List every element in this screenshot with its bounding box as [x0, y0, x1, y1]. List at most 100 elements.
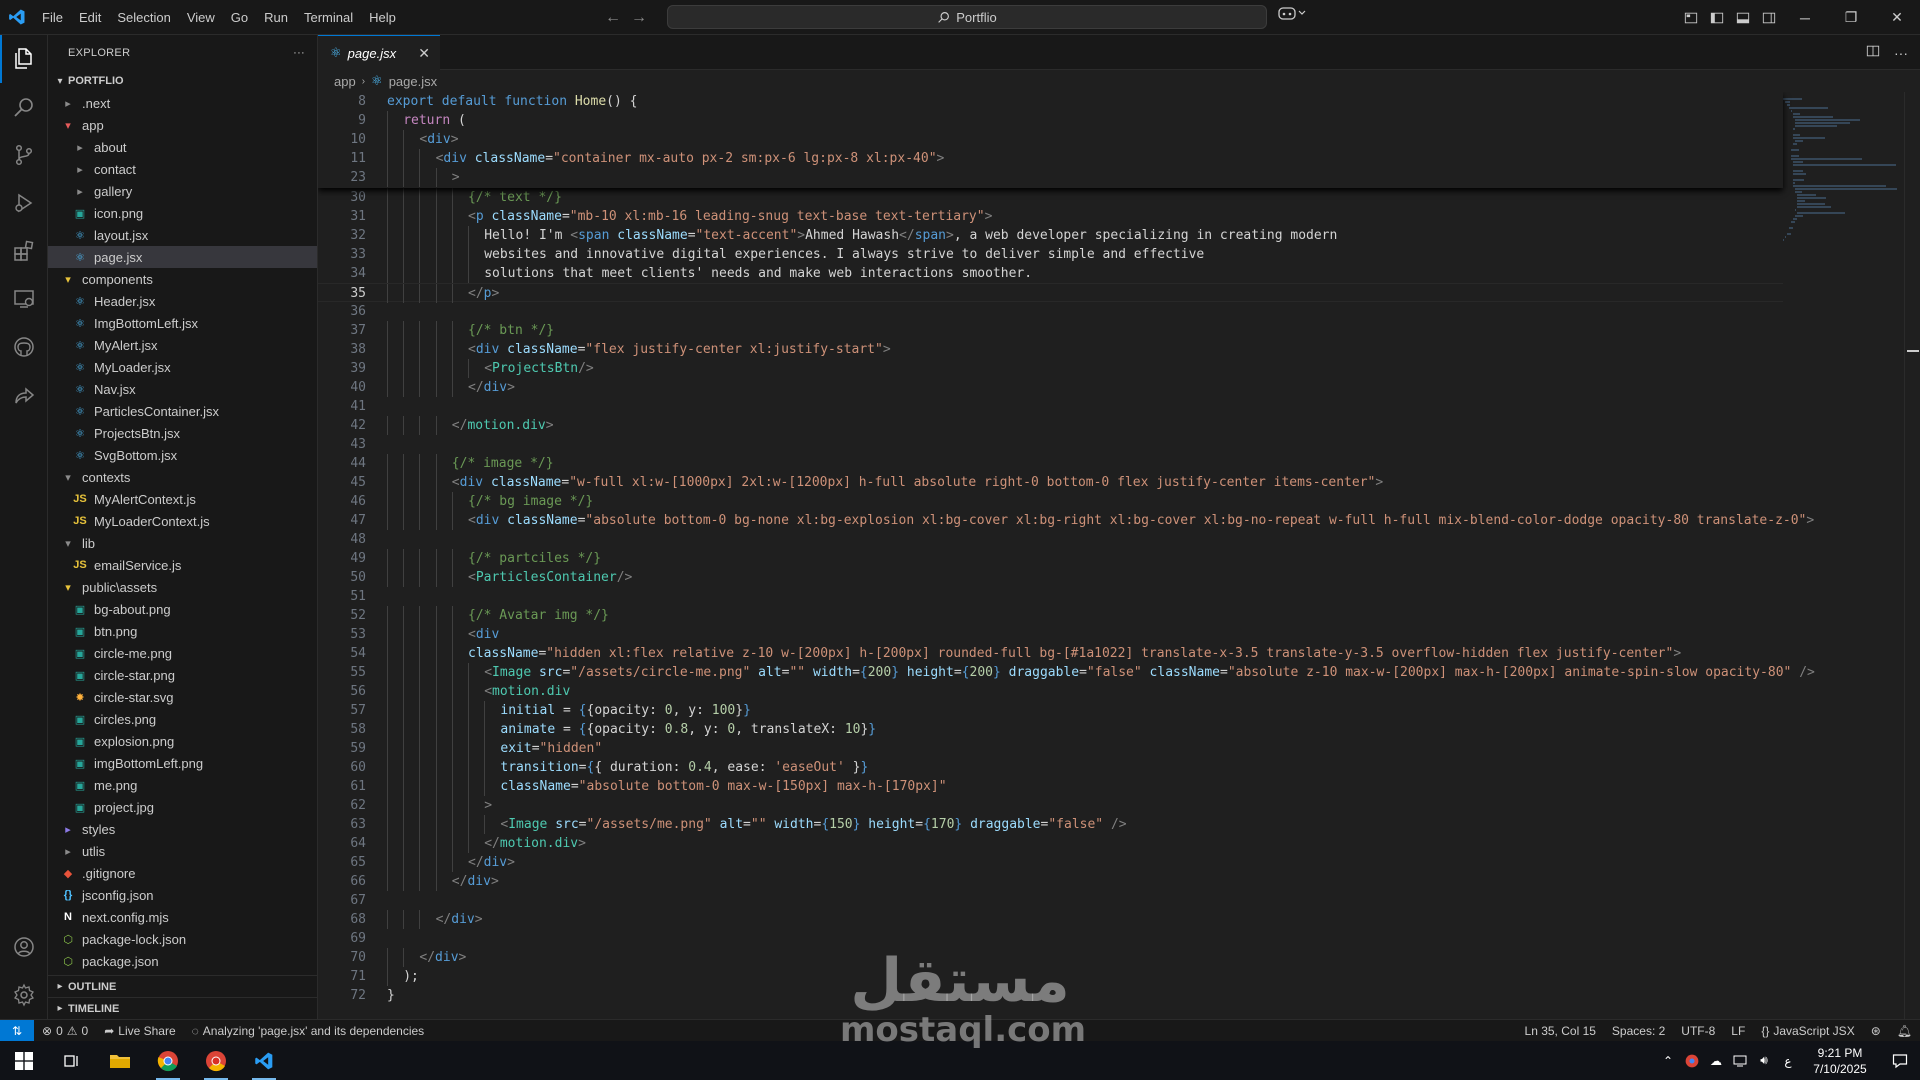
- folder-item[interactable]: ▾ lib: [48, 532, 317, 554]
- file-item[interactable]: ✸ circle-star.svg: [48, 686, 317, 708]
- encoding[interactable]: UTF-8: [1673, 1024, 1723, 1038]
- outline-section[interactable]: ▸ OUTLINE: [48, 975, 318, 997]
- file-item[interactable]: ⚛ MyAlert.jsx: [48, 334, 317, 356]
- file-item[interactable]: ▣ circles.png: [48, 708, 317, 730]
- folder-item[interactable]: ▸ .next: [48, 92, 317, 114]
- remote-indicator-icon[interactable]: ⇅: [0, 1019, 34, 1042]
- github-icon[interactable]: [0, 323, 48, 371]
- chrome-tray-icon[interactable]: [1680, 1054, 1704, 1068]
- file-item[interactable]: ⚛ SvgBottom.jsx: [48, 444, 317, 466]
- input-language[interactable]: ع: [1776, 1054, 1800, 1068]
- menu-terminal[interactable]: Terminal: [296, 0, 361, 35]
- vscode-taskbar-icon[interactable]: [240, 1041, 288, 1080]
- extensions-icon[interactable]: [0, 227, 48, 275]
- network-icon[interactable]: [1728, 1055, 1752, 1067]
- clock[interactable]: 9:21 PM 7/10/2025: [1800, 1045, 1880, 1077]
- file-item[interactable]: ▣ imgBottomLeft.png: [48, 752, 317, 774]
- file-item[interactable]: JS MyLoaderContext.js: [48, 510, 317, 532]
- tab-page-jsx[interactable]: ⚛ page.jsx ✕: [318, 35, 440, 70]
- customize-layout-icon[interactable]: [1678, 0, 1704, 35]
- code-editor[interactable]: 8 export default function Home() {9 return…: [318, 92, 1920, 1019]
- breadcrumb-file[interactable]: page.jsx: [389, 74, 437, 89]
- file-item[interactable]: ⚛ ImgBottomLeft.jsx: [48, 312, 317, 334]
- file-item[interactable]: JS MyAlertContext.js: [48, 488, 317, 510]
- copilot-icon[interactable]: [1278, 6, 1306, 23]
- live-share-status[interactable]: ➦ Live Share: [96, 1024, 183, 1038]
- menu-file[interactable]: File: [34, 0, 71, 35]
- menu-help[interactable]: Help: [361, 0, 404, 35]
- file-item[interactable]: ▣ me.png: [48, 774, 317, 796]
- workspace-root[interactable]: ▾ PORTFLIO: [48, 70, 317, 92]
- copilot-status-icon[interactable]: ⊛: [1863, 1024, 1889, 1038]
- breadcrumb-folder[interactable]: app: [334, 74, 356, 89]
- chrome-icon[interactable]: [144, 1041, 192, 1080]
- toggle-panel-icon[interactable]: [1730, 0, 1756, 35]
- folder-item[interactable]: ▾ contexts: [48, 466, 317, 488]
- file-item[interactable]: ⚛ MyLoader.jsx: [48, 356, 317, 378]
- chevron-up-icon[interactable]: ⌃: [1656, 1054, 1680, 1068]
- file-item[interactable]: ⚛ Nav.jsx: [48, 378, 317, 400]
- onedrive-icon[interactable]: ☁: [1704, 1054, 1728, 1068]
- file-item[interactable]: ▣ explosion.png: [48, 730, 317, 752]
- restore-button[interactable]: ❐: [1828, 0, 1874, 35]
- manage-gear-icon[interactable]: [0, 971, 48, 1019]
- indentation[interactable]: Spaces: 2: [1604, 1024, 1673, 1038]
- accounts-icon[interactable]: [0, 923, 48, 971]
- folder-item[interactable]: ▸ about: [48, 136, 317, 158]
- menu-selection[interactable]: Selection: [109, 0, 178, 35]
- close-window-button[interactable]: ✕: [1874, 0, 1920, 35]
- command-center-search[interactable]: Portflio: [667, 5, 1267, 29]
- file-item[interactable]: JS emailService.js: [48, 554, 317, 576]
- chrome-profile-icon[interactable]: [192, 1041, 240, 1080]
- minimize-button[interactable]: ─: [1782, 0, 1828, 35]
- language-mode[interactable]: {} JavaScript JSX: [1753, 1024, 1862, 1038]
- file-item[interactable]: ▣ circle-me.png: [48, 642, 317, 664]
- live-share-icon[interactable]: [0, 371, 48, 419]
- file-item[interactable]: ⚛ ParticlesContainer.jsx: [48, 400, 317, 422]
- volume-icon[interactable]: 🔊︎: [1752, 1053, 1776, 1068]
- file-item[interactable]: ⚛ Header.jsx: [48, 290, 317, 312]
- explorer-more-actions-icon[interactable]: ···: [293, 47, 305, 59]
- toggle-primary-sidebar-icon[interactable]: [1704, 0, 1730, 35]
- close-tab-icon[interactable]: ✕: [418, 45, 430, 62]
- file-item[interactable]: ▣ bg-about.png: [48, 598, 317, 620]
- folder-item[interactable]: ▸ utlis: [48, 840, 317, 862]
- search-icon[interactable]: [0, 83, 48, 131]
- run-debug-icon[interactable]: [0, 179, 48, 227]
- file-item[interactable]: ◆ .gitignore: [48, 862, 317, 884]
- folder-item[interactable]: ▸ styles: [48, 818, 317, 840]
- file-item[interactable]: ⚛ page.jsx: [48, 246, 317, 268]
- problems-indicator[interactable]: ⊗ 0 ⚠ 0: [34, 1024, 96, 1038]
- back-arrow-icon[interactable]: ←: [605, 9, 621, 27]
- file-item[interactable]: ▣ project.jpg: [48, 796, 317, 818]
- explorer-icon[interactable]: [0, 35, 48, 83]
- cursor-position[interactable]: Ln 35, Col 15: [1517, 1024, 1604, 1038]
- toggle-secondary-sidebar-icon[interactable]: [1756, 0, 1782, 35]
- windows-start-icon[interactable]: [0, 1041, 48, 1080]
- folder-item[interactable]: ▸ contact: [48, 158, 317, 180]
- source-control-icon[interactable]: [0, 131, 48, 179]
- file-item[interactable]: ⚛ layout.jsx: [48, 224, 317, 246]
- menu-run[interactable]: Run: [256, 0, 296, 35]
- notifications-bell-icon[interactable]: 🔔︎: [1889, 1024, 1920, 1038]
- file-item[interactable]: ▣ circle-star.png: [48, 664, 317, 686]
- folder-item[interactable]: ▸ gallery: [48, 180, 317, 202]
- vertical-scrollbar[interactable]: [1904, 92, 1919, 1019]
- folder-item[interactable]: ▾ public\assets: [48, 576, 317, 598]
- file-item[interactable]: ⚛ ProjectsBtn.jsx: [48, 422, 317, 444]
- task-view-icon[interactable]: [48, 1041, 96, 1080]
- split-editor-icon[interactable]: [1866, 44, 1880, 61]
- more-actions-icon[interactable]: ···: [1894, 45, 1908, 61]
- timeline-section[interactable]: ▸ TIMELINE: [48, 997, 318, 1019]
- file-item[interactable]: {} jsconfig.json: [48, 884, 317, 906]
- menu-view[interactable]: View: [179, 0, 223, 35]
- end-of-line[interactable]: LF: [1723, 1024, 1753, 1038]
- file-explorer-icon[interactable]: [96, 1041, 144, 1080]
- remote-explorer-icon[interactable]: [0, 275, 48, 323]
- minimap[interactable]: [1783, 92, 1903, 1019]
- folder-item[interactable]: ▾ app: [48, 114, 317, 136]
- notification-center-icon[interactable]: [1880, 1053, 1920, 1069]
- forward-arrow-icon[interactable]: →: [631, 9, 647, 27]
- file-item[interactable]: ⬡ package.json: [48, 950, 317, 972]
- menu-edit[interactable]: Edit: [71, 0, 109, 35]
